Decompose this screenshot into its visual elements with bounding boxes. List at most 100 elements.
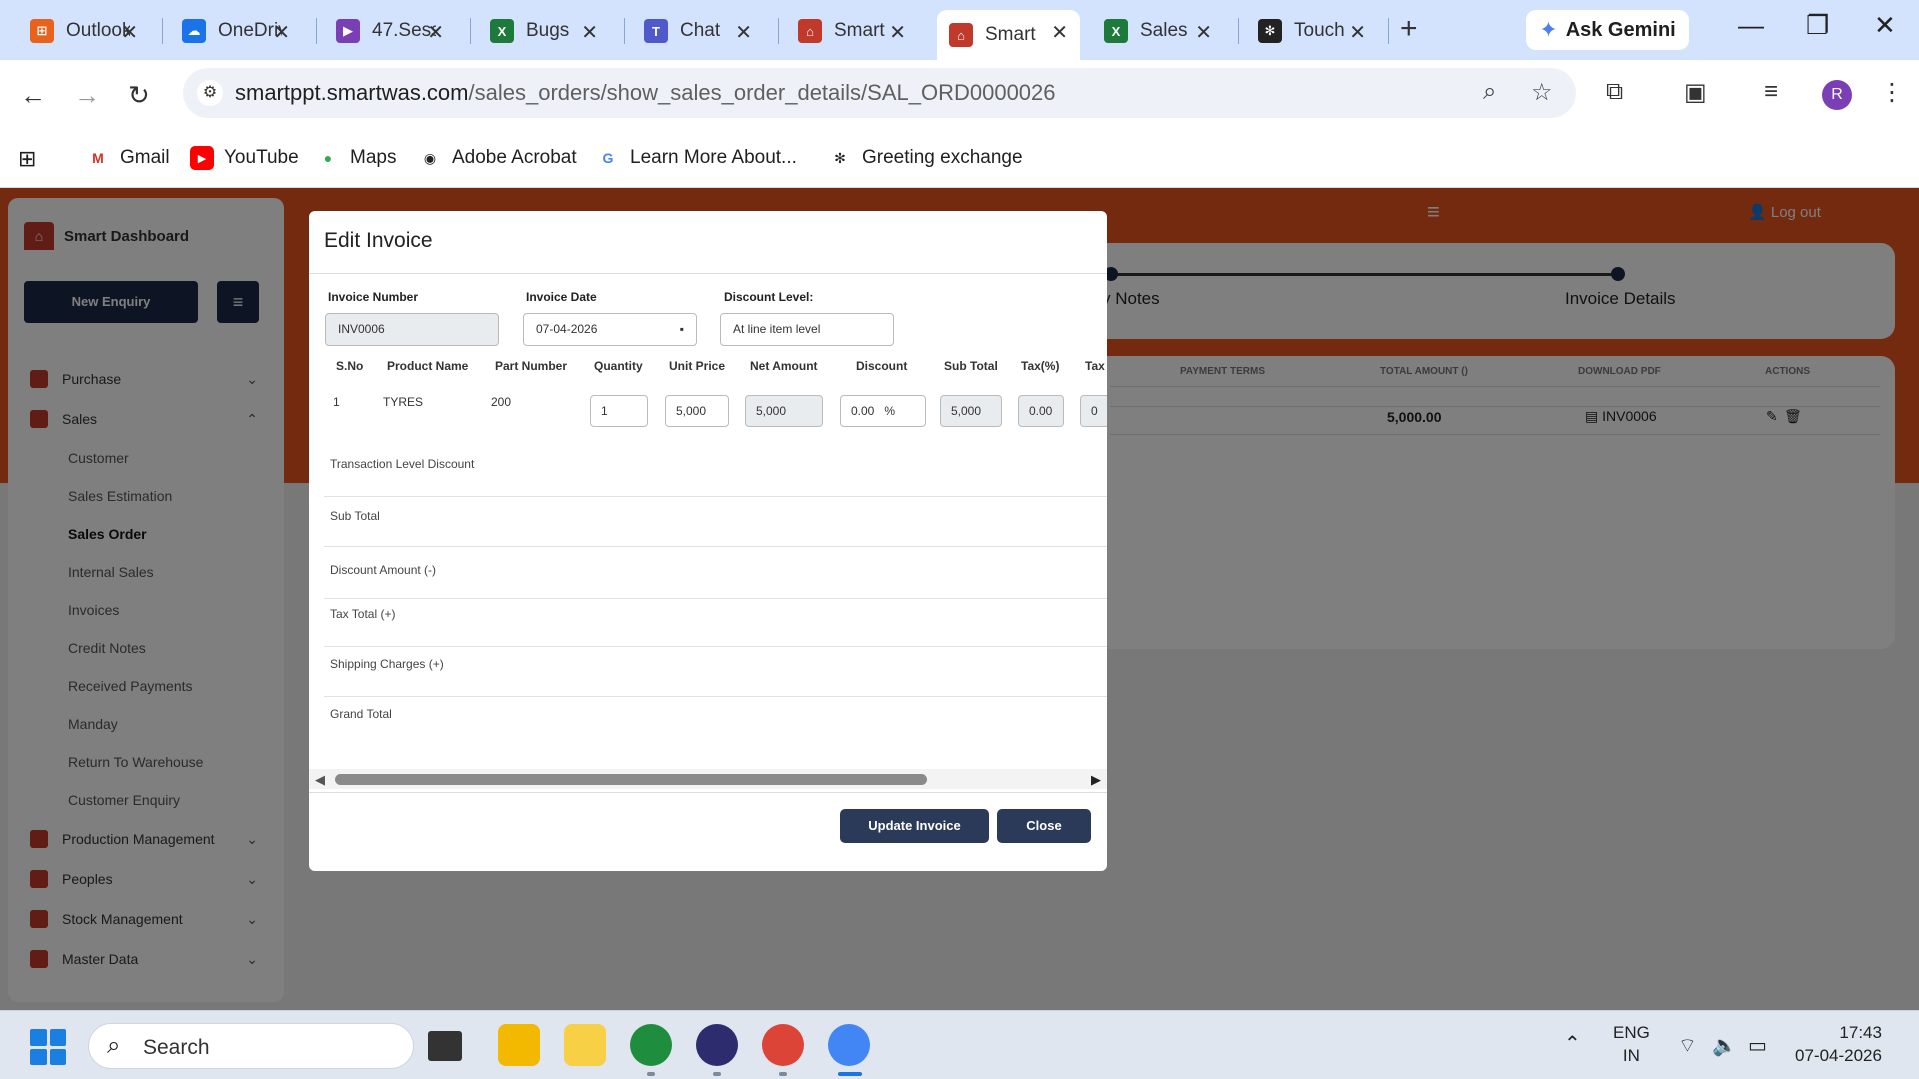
browser-tab-bar: ⊞ Outlook ✕ ☁ OneDrive ✕ ▶ 47.Sessions ✕… <box>0 0 1919 60</box>
tax-percent-field[interactable]: 0.00 <box>1018 395 1064 427</box>
quantity-input[interactable]: 1 <box>590 395 648 427</box>
url-path: /sales_orders/show_sales_order_details/S… <box>468 80 1056 105</box>
close-tab-icon[interactable]: ✕ <box>889 20 906 45</box>
discount-level-select[interactable]: At line item level <box>720 313 894 346</box>
sub-total-field[interactable]: 5,000 <box>940 395 1002 427</box>
bookmark-maps[interactable]: ● Maps <box>316 146 397 170</box>
invoice-number-field[interactable]: INV0006 <box>325 313 499 346</box>
show-hidden-icons-chevron-icon[interactable]: ⌃ <box>1564 1031 1581 1056</box>
file-explorer-icon[interactable] <box>498 1024 540 1066</box>
zoom-icon[interactable]: ⌕ <box>1483 78 1496 106</box>
bookmark-gmail[interactable]: M Gmail <box>86 146 169 170</box>
tab-sales[interactable]: X Sales ✕ <box>1092 10 1224 52</box>
forward-arrow-icon[interactable]: → <box>74 80 100 111</box>
windows-start-icon[interactable] <box>30 1029 66 1065</box>
bookmark-adobe-acrobat[interactable]: ◉ Adobe Acrobat <box>418 146 577 170</box>
globe-icon: ◉ <box>423 149 437 166</box>
media-control-icon[interactable]: ≡ <box>1764 78 1778 106</box>
more-menu-icon[interactable]: ⋮ <box>1880 78 1904 107</box>
tab-chat[interactable]: T Chat ✕ <box>632 10 764 52</box>
tab-onedrive[interactable]: ☁ OneDrive ✕ <box>170 10 302 52</box>
reload-icon[interactable]: ↻ <box>128 80 150 111</box>
invoice-number-label: Invoice Number <box>328 290 419 304</box>
bookmark-learn-more[interactable]: G Learn More About... <box>596 146 797 170</box>
net-amount-field[interactable]: 5,000 <box>745 395 823 427</box>
close-tab-icon[interactable]: ✕ <box>1051 20 1068 45</box>
tab-divider <box>470 18 471 44</box>
new-tab-button[interactable]: + <box>1400 12 1418 46</box>
tab-sessions[interactable]: ▶ 47.Sessions ✕ <box>324 10 456 52</box>
close-button[interactable]: Close <box>997 809 1091 843</box>
site-info-icon[interactable]: ⚙ <box>197 80 223 106</box>
close-tab-icon[interactable]: ✕ <box>121 20 138 45</box>
chrome-profile-m-icon[interactable] <box>630 1024 672 1066</box>
close-window-icon[interactable]: ✕ <box>1874 10 1896 41</box>
address-bar[interactable]: ⚙ smartppt.smartwas.com/sales_orders/sho… <box>183 68 1576 118</box>
tax-field[interactable]: 0 <box>1080 395 1107 427</box>
invoice-date-label: Invoice Date <box>526 290 597 304</box>
summary-label: Tax Total (+) <box>330 607 396 621</box>
cast-icon[interactable]: ▣ <box>1684 78 1707 107</box>
scrollbar-thumb[interactable] <box>335 774 927 785</box>
tab-touch[interactable]: ✻ Touch ✕ <box>1246 10 1378 52</box>
tab-divider <box>624 18 625 44</box>
sticky-notes-icon[interactable] <box>564 1024 606 1066</box>
column-header: Sub Total <box>944 359 998 373</box>
product-name-cell: TYRES <box>383 395 424 409</box>
eclipse-icon[interactable] <box>696 1024 738 1066</box>
bookmark-greeting-exchange[interactable]: ✻ Greeting exchange <box>828 146 1023 170</box>
taskbar-search[interactable]: ⌕ Search <box>88 1023 414 1069</box>
update-invoice-button[interactable]: Update Invoice <box>840 809 989 843</box>
calendar-icon[interactable]: ▪ <box>680 314 684 345</box>
excel-icon: X <box>490 19 514 43</box>
bookmark-youtube[interactable]: ▶ YouTube <box>190 146 299 170</box>
invoice-date-field[interactable]: 07-04-2026 ▪ <box>523 313 697 346</box>
tab-divider <box>316 18 317 44</box>
edit-invoice-modal: Edit Invoice Invoice Number INV0006 Invo… <box>309 211 1107 871</box>
tab-smart[interactable]: ⌂ Smart ✕ <box>786 10 918 52</box>
summary-label: Shipping Charges (+) <box>330 657 444 671</box>
close-tab-icon[interactable]: ✕ <box>581 20 598 45</box>
horizontal-scrollbar[interactable]: ◀ ▶ <box>309 769 1107 789</box>
close-tab-icon[interactable]: ✕ <box>273 20 290 45</box>
scroll-right-arrow-icon[interactable]: ▶ <box>1091 772 1101 788</box>
tab-smart-active[interactable]: ⌂ Smart ✕ <box>937 10 1080 60</box>
minimize-window-icon[interactable]: — <box>1738 10 1764 41</box>
ask-gemini-button[interactable]: ✦ Ask Gemini <box>1526 10 1689 50</box>
apps-grid-icon[interactable]: ⊞ <box>18 146 36 172</box>
language-indicator[interactable]: ENG IN <box>1613 1021 1650 1067</box>
close-tab-icon[interactable]: ✕ <box>427 20 444 45</box>
battery-icon[interactable]: ▭ <box>1748 1033 1767 1058</box>
summary-row-sub-total: Sub Total <box>324 497 1107 547</box>
system-clock[interactable]: 17:43 07-04-2026 <box>1795 1021 1882 1067</box>
unit-price-input[interactable]: 5,000 <box>665 395 729 427</box>
column-header: Discount <box>856 359 908 373</box>
bookmark-star-icon[interactable]: ☆ <box>1531 78 1553 107</box>
tab-outlook[interactable]: ⊞ Outlook ✕ <box>18 10 150 52</box>
extensions-icon[interactable]: ⧉ <box>1606 78 1623 106</box>
close-tab-icon[interactable]: ✕ <box>735 20 752 45</box>
gmail-icon: M <box>92 150 104 166</box>
chrome-icon[interactable] <box>762 1024 804 1066</box>
lang-line: IN <box>1622 1046 1640 1065</box>
close-tab-icon[interactable]: ✕ <box>1349 20 1366 45</box>
profile-avatar[interactable]: R <box>1822 80 1852 110</box>
tab-bugs[interactable]: X Bugs ✕ <box>478 10 610 52</box>
discount-input[interactable]: 0.00 % <box>840 395 926 427</box>
url-text[interactable]: smartppt.smartwas.com/sales_orders/show_… <box>235 80 1056 106</box>
restore-window-icon[interactable]: ❐ <box>1806 10 1829 41</box>
openai-icon: ✻ <box>834 149 846 166</box>
scroll-left-arrow-icon[interactable]: ◀ <box>315 772 325 788</box>
divider <box>309 792 1107 793</box>
ask-gemini-label: Ask Gemini <box>1565 18 1676 41</box>
wifi-icon[interactable]: ⌔ <box>1678 1033 1697 1058</box>
bookmark-label: Greeting exchange <box>862 147 1023 168</box>
close-tab-icon[interactable]: ✕ <box>1195 20 1212 45</box>
volume-icon[interactable]: 🔈 <box>1712 1033 1737 1058</box>
openai-icon: ✻ <box>1258 19 1282 43</box>
gemini-sparkle-icon: ✦ <box>1539 17 1558 42</box>
bookmark-label: Learn More About... <box>630 147 797 168</box>
back-arrow-icon[interactable]: ← <box>20 80 46 111</box>
task-view-icon[interactable] <box>428 1031 462 1061</box>
chrome-profile-r-icon[interactable] <box>828 1024 870 1066</box>
